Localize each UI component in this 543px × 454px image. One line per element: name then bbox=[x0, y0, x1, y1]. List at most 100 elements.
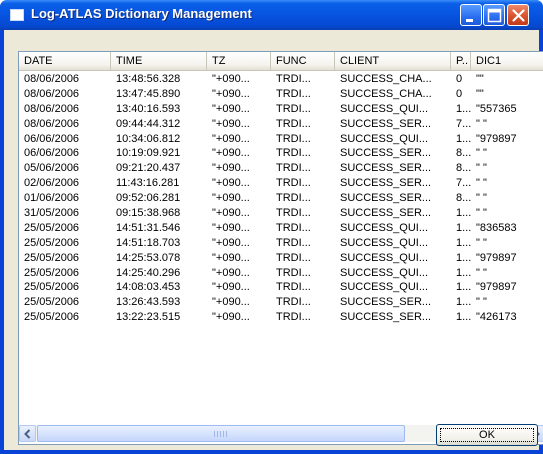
table-row[interactable]: 06/06/2006 10:34:06.812 "+090... TRDI... SUC… bbox=[19, 132, 543, 147]
cell-func: TRDI... bbox=[276, 177, 311, 190]
cell-func: TRDI... bbox=[276, 281, 311, 294]
table-row[interactable]: 08/06/2006 13:40:16.593 "+090... TRDI... SUC… bbox=[19, 102, 543, 117]
title-bar[interactable]: Log-ATLAS Dictionary Management bbox=[0, 0, 543, 30]
cell-p: 1... bbox=[456, 236, 471, 249]
cell-client: SUCCESS_QUI... bbox=[340, 251, 429, 264]
close-button[interactable] bbox=[507, 4, 529, 26]
table-row[interactable]: 05/06/2006 09:21:20.437 "+090... TRDI... SUC… bbox=[19, 161, 543, 176]
cell-time: 09:21:20.437 bbox=[116, 162, 181, 175]
column-header-date[interactable]: DATE bbox=[19, 52, 111, 71]
cell-dic1: " " bbox=[476, 207, 487, 220]
dialog-body: DATE TIME TZ FUNC CLIENT P.. DIC1 08/06/2006 13… bbox=[4, 30, 543, 450]
cell-p: 8... bbox=[456, 192, 471, 205]
cell-dic1: "979897 bbox=[476, 281, 517, 294]
ok-button-label: OK bbox=[440, 428, 534, 442]
cell-func: TRDI... bbox=[276, 221, 311, 234]
scroll-thumb[interactable] bbox=[37, 425, 405, 442]
cell-p: 1... bbox=[456, 207, 471, 220]
table-row[interactable]: 25/05/2006 14:25:53.078 "+090... TRDI... SUC… bbox=[19, 251, 543, 266]
cell-p: 1... bbox=[456, 221, 471, 234]
scroll-left-button[interactable] bbox=[19, 425, 36, 442]
table-row[interactable]: 25/05/2006 14:51:31.546 "+090... TRDI... SUC… bbox=[19, 221, 543, 236]
table-row[interactable]: 31/05/2006 09:15:38.968 "+090... TRDI... SUC… bbox=[19, 206, 543, 221]
cell-client: SUCCESS_SER... bbox=[340, 296, 432, 309]
column-header-p[interactable]: P.. bbox=[451, 52, 471, 71]
table-row[interactable]: 25/05/2006 13:22:23.515 "+090... TRDI... SUC… bbox=[19, 310, 543, 325]
cell-time: 14:51:18.703 bbox=[116, 236, 181, 249]
table-row[interactable]: 08/06/2006 13:48:56.328 "+090... TRDI... SUC… bbox=[19, 72, 543, 87]
table-row[interactable]: 06/06/2006 10:19:09.921 "+090... TRDI... SUC… bbox=[19, 146, 543, 161]
cell-func: TRDI... bbox=[276, 266, 311, 279]
cell-date: 08/06/2006 bbox=[24, 73, 80, 85]
scroll-thumb-grip bbox=[214, 431, 228, 437]
cell-time: 13:22:23.515 bbox=[116, 311, 181, 324]
table-row[interactable]: 25/05/2006 14:08:03.453 "+090... TRDI... SUC… bbox=[19, 280, 543, 295]
cell-dic1: " " bbox=[476, 162, 487, 175]
column-header-time[interactable]: TIME bbox=[111, 52, 207, 71]
cell-p: 1... bbox=[456, 132, 471, 145]
cell-p: 1... bbox=[456, 296, 471, 309]
cell-client: SUCCESS_SER... bbox=[340, 117, 432, 130]
cell-dic1: "979897 bbox=[476, 132, 517, 145]
column-header-tz[interactable]: TZ bbox=[207, 52, 271, 71]
cell-time: 13:47:45.890 bbox=[116, 87, 181, 100]
cell-date: 31/05/2006 bbox=[24, 207, 80, 220]
cell-time: 09:44:44.312 bbox=[116, 117, 181, 130]
table-row[interactable]: 08/06/2006 13:47:45.890 "+090... TRDI... SUC… bbox=[19, 87, 543, 102]
table-row[interactable]: 01/06/2006 09:52:06.281 "+090... TRDI... SUC… bbox=[19, 191, 543, 206]
log-list-view[interactable]: DATE TIME TZ FUNC CLIENT P.. DIC1 08/06/2006 13… bbox=[18, 51, 543, 445]
cell-client: SUCCESS_QUI... bbox=[340, 266, 429, 279]
cell-dic1: " " bbox=[476, 192, 487, 205]
cell-date: 08/06/2006 bbox=[24, 102, 80, 115]
cell-client: SUCCESS_SER... bbox=[340, 192, 432, 205]
cell-date: 25/05/2006 bbox=[24, 266, 80, 279]
table-row[interactable]: 25/05/2006 14:51:18.703 "+090... TRDI... SUC… bbox=[19, 236, 543, 251]
cell-func: TRDI... bbox=[276, 251, 311, 264]
cell-func: TRDI... bbox=[276, 73, 311, 85]
cell-func: TRDI... bbox=[276, 87, 311, 100]
cell-client: SUCCESS_CHA... bbox=[340, 73, 432, 85]
cell-client: SUCCESS_SER... bbox=[340, 177, 432, 190]
ok-button[interactable]: OK bbox=[436, 424, 538, 446]
cell-tz: "+090... bbox=[212, 281, 250, 294]
cell-time: 14:25:53.078 bbox=[116, 251, 181, 264]
cell-date: 06/06/2006 bbox=[24, 132, 80, 145]
dialog-window: Log-ATLAS Dictionary Management DATE TIME… bbox=[0, 0, 543, 454]
cell-date: 02/06/2006 bbox=[24, 177, 80, 190]
cell-tz: "+090... bbox=[212, 311, 250, 324]
cell-client: SUCCESS_CHA... bbox=[340, 87, 432, 100]
cell-tz: "+090... bbox=[212, 73, 250, 85]
cell-func: TRDI... bbox=[276, 192, 311, 205]
column-header-dic1[interactable]: DIC1 bbox=[471, 52, 543, 71]
cell-date: 25/05/2006 bbox=[24, 296, 80, 309]
cell-client: SUCCESS_QUI... bbox=[340, 132, 429, 145]
cell-time: 09:52:06.281 bbox=[116, 192, 181, 205]
cell-client: SUCCESS_QUI... bbox=[340, 236, 429, 249]
table-row[interactable]: 25/05/2006 14:25:40.296 "+090... TRDI... SUC… bbox=[19, 266, 543, 281]
column-header-client[interactable]: CLIENT bbox=[335, 52, 451, 71]
window-app-icon bbox=[10, 9, 24, 21]
cell-dic1: "" bbox=[476, 87, 484, 100]
cell-dic1: "426173 bbox=[476, 311, 517, 324]
close-icon bbox=[512, 9, 525, 22]
cell-client: SUCCESS_QUI... bbox=[340, 102, 429, 115]
cell-time: 14:51:31.546 bbox=[116, 221, 181, 234]
cell-date: 08/06/2006 bbox=[24, 117, 80, 130]
cell-tz: "+090... bbox=[212, 221, 250, 234]
cell-dic1: " " bbox=[476, 147, 487, 160]
cell-date: 25/05/2006 bbox=[24, 221, 80, 234]
minimize-button[interactable] bbox=[460, 4, 482, 26]
maximize-button[interactable] bbox=[483, 4, 505, 26]
cell-client: SUCCESS_SER... bbox=[340, 147, 432, 160]
table-row[interactable]: 08/06/2006 09:44:44.312 "+090... TRDI... SUC… bbox=[19, 117, 543, 132]
cell-dic1: "836583 bbox=[476, 221, 517, 234]
column-header-func[interactable]: FUNC bbox=[271, 52, 335, 71]
cell-date: 25/05/2006 bbox=[24, 236, 80, 249]
cell-tz: "+090... bbox=[212, 207, 250, 220]
cell-dic1: "" bbox=[476, 73, 484, 85]
table-row[interactable]: 25/05/2006 13:26:43.593 "+090... TRDI... SUC… bbox=[19, 295, 543, 310]
table-row[interactable]: 02/06/2006 11:43:16.281 "+090... TRDI... SUC… bbox=[19, 176, 543, 191]
cell-tz: "+090... bbox=[212, 102, 250, 115]
cell-p: 7... bbox=[456, 117, 471, 130]
cell-tz: "+090... bbox=[212, 266, 250, 279]
